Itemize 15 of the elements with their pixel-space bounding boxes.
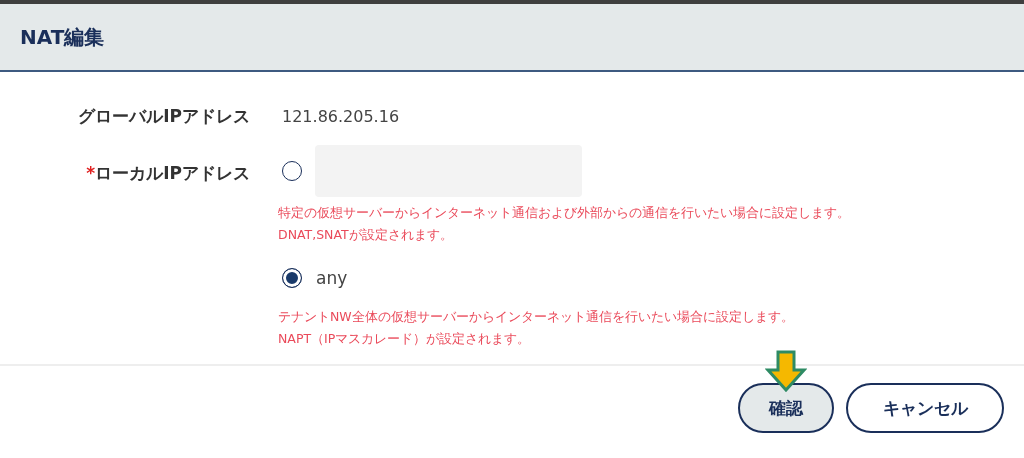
- option-label[interactable]: any: [316, 268, 348, 288]
- help-text: DNAT,SNATが設定されます。: [278, 226, 454, 244]
- arrow-icon: [765, 350, 807, 392]
- field-value: 121.86.205.16: [282, 106, 400, 126]
- dialog-title: NAT編集: [20, 23, 105, 51]
- field-label: ローカルIPアドレス: [95, 163, 250, 183]
- cancel-button[interactable]: キャンセル: [846, 383, 1004, 433]
- required-mark: *: [86, 163, 96, 183]
- field-label: グローバルIPアドレス: [78, 105, 250, 126]
- help-text: テナントNW全体の仮想サーバーからインターネット通信を行いたい場合に設定します。: [278, 308, 795, 326]
- help-text: 特定の仮想サーバーからインターネット通信および外部からの通信を行いたい場合に設定します。: [278, 204, 850, 222]
- radio-button[interactable]: [282, 268, 302, 288]
- confirm-button[interactable]: 確認: [738, 383, 834, 433]
- radio-button[interactable]: [282, 161, 302, 181]
- help-text: NAPT（IPマスカレード）が設定されます。: [278, 330, 532, 348]
